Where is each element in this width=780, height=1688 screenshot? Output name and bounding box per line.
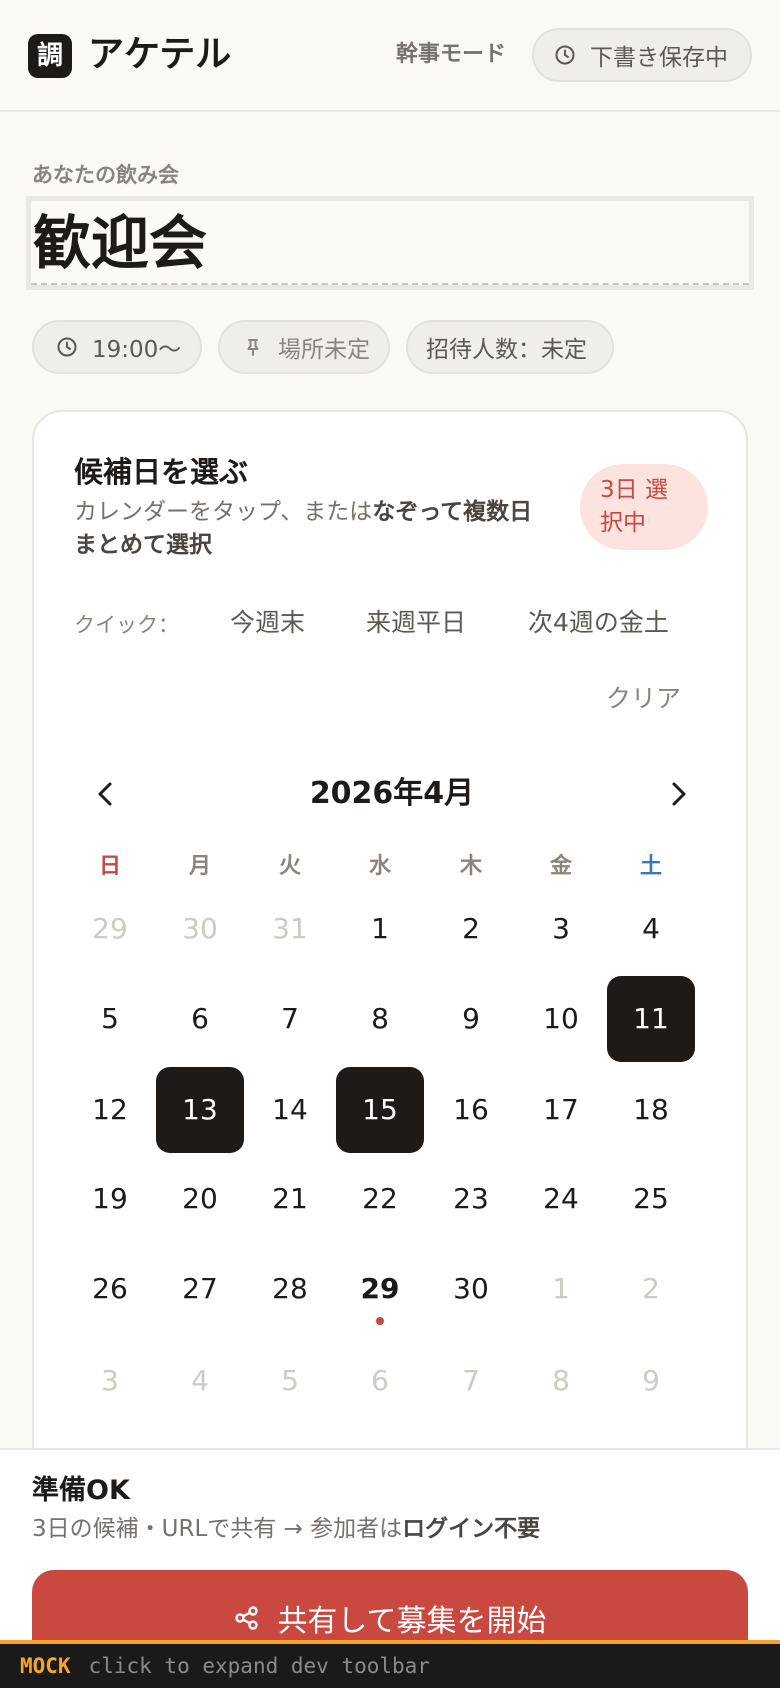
calendar-day[interactable]: 1	[336, 886, 424, 972]
calendar-day[interactable]: 28	[246, 1246, 334, 1332]
calendar-day[interactable]: 24	[517, 1156, 605, 1242]
calendar-day[interactable]: 4	[607, 886, 695, 972]
calendar-day-outside-month: 6	[371, 1364, 389, 1397]
calendar-day[interactable]: 3	[517, 886, 605, 972]
month-title: 2026年4月	[309, 776, 475, 811]
ready-description: 3日の候補・URLで共有 → 参加者はログイン不要	[32, 1516, 541, 1542]
place-chip[interactable]: 場所未定	[218, 320, 390, 374]
calendar-day[interactable]: 25	[607, 1156, 695, 1242]
guests-chip-label: 招待人数：未定	[426, 337, 587, 363]
calendar-day-outside-month: 3	[101, 1364, 119, 1397]
time-chip[interactable]: 19:00〜	[32, 320, 202, 374]
ready-title: 準備OK	[32, 1475, 130, 1506]
calendar-day[interactable]: 7	[246, 976, 334, 1062]
calendar-day[interactable]: 22	[336, 1156, 424, 1242]
calendar-day-outside-month: 9	[642, 1364, 660, 1397]
calendar-day-outside-month: 29	[92, 912, 128, 945]
calendar-day[interactable]: 26	[66, 1246, 154, 1332]
picker-description: カレンダーをタップ、またはなぞって複数日まとめて選択	[74, 499, 533, 558]
mock-tag: MOCK	[20, 1654, 71, 1678]
calendar-day-outside-month: 4	[191, 1364, 209, 1397]
calendar-day[interactable]: 10	[517, 976, 605, 1062]
weekday-header: 金	[549, 854, 572, 879]
calendar-day[interactable]: 12	[66, 1067, 154, 1153]
calendar-day-outside-month: 31	[272, 912, 308, 945]
weekday-header: 日	[98, 854, 121, 879]
weekday-header: 木	[459, 854, 482, 879]
calendar-day-outside-month: 8	[552, 1364, 570, 1397]
event-label: あなたの飲み会	[32, 163, 179, 187]
weekday-header: 水	[368, 854, 391, 879]
calendar-day-outside-month: 2	[642, 1272, 660, 1305]
calendar-day[interactable]: 14	[246, 1067, 334, 1153]
calendar-day[interactable]: 6	[156, 976, 244, 1062]
calendar-day[interactable]: 16	[427, 1067, 515, 1153]
calendar-day[interactable]: 21	[246, 1156, 334, 1242]
selected-count-badge: 3日 選 択中	[580, 464, 708, 550]
clock-icon	[57, 337, 77, 357]
time-chip-label: 19:00〜	[92, 337, 182, 363]
place-chip-label: 場所未定	[278, 337, 370, 363]
pin-icon	[247, 339, 259, 356]
app-logo: 調	[28, 34, 72, 78]
today-indicator	[376, 1317, 384, 1325]
app-header: 調 アケテル 幹事モード 下書き保存中	[0, 0, 780, 112]
calendar-day[interactable]: 23	[427, 1156, 515, 1242]
calendar-day[interactable]: 2	[427, 886, 515, 972]
picker-title: 候補日を選ぶ	[74, 455, 249, 489]
calendar-day[interactable]: 13	[156, 1067, 244, 1153]
calendar-day[interactable]: 17	[517, 1067, 605, 1153]
share-icon	[235, 1606, 259, 1630]
calendar-day[interactable]: 27	[156, 1246, 244, 1332]
date-picker-card: 候補日を選ぶ カレンダーをタップ、またはなぞって複数日まとめて選択 3日 選 択…	[32, 410, 748, 1510]
calendar-day[interactable]: 19	[66, 1156, 154, 1242]
calendar-day-outside-month: 5	[281, 1364, 299, 1397]
calendar-day-outside-month: 7	[462, 1364, 480, 1397]
calendar-day-outside-month: 30	[182, 912, 218, 945]
calendar-day[interactable]: 9	[427, 976, 515, 1062]
quick-label: クイック：	[74, 613, 179, 637]
event-title-field[interactable]: 歓迎会	[26, 196, 754, 290]
draft-status-pill: 下書き保存中	[532, 28, 752, 82]
weekday-header: 月	[188, 854, 211, 879]
event-title[interactable]: 歓迎会	[33, 207, 207, 279]
app-name: アケテル	[88, 34, 232, 75]
clear-button[interactable]: クリア	[606, 680, 681, 718]
calendar-day[interactable]: 11	[607, 976, 695, 1062]
calendar-day[interactable]: 5	[66, 976, 154, 1062]
chevron-right-icon[interactable]	[658, 774, 698, 814]
weekday-header: 火	[278, 854, 301, 879]
quick-next-4-weeks-fri-sat-button[interactable]: 次4週の金土	[528, 604, 669, 642]
quick-this-weekend-button[interactable]: 今週末	[230, 604, 305, 642]
dev-toolbar[interactable]: MOCK click to expand dev toolbar	[0, 1640, 780, 1688]
calendar-day[interactable]: 15	[336, 1067, 424, 1153]
calendar-day[interactable]: 18	[607, 1067, 695, 1153]
share-button-label: 共有して募集を開始	[277, 1604, 547, 1639]
calendar-day[interactable]: 8	[336, 976, 424, 1062]
organizer-mode-label: 幹事モード	[396, 42, 507, 67]
guests-chip[interactable]: 招待人数：未定	[406, 320, 614, 374]
quick-next-weekdays-button[interactable]: 来週平日	[366, 604, 466, 642]
calendar-day[interactable]: 30	[427, 1246, 515, 1332]
calendar-day[interactable]: 20	[156, 1156, 244, 1242]
weekday-header: 土	[639, 854, 662, 879]
clock-icon	[555, 45, 575, 65]
mock-hint: click to expand dev toolbar	[88, 1654, 430, 1678]
draft-status-text: 下書き保存中	[590, 45, 728, 71]
calendar-day-outside-month: 1	[552, 1272, 570, 1305]
